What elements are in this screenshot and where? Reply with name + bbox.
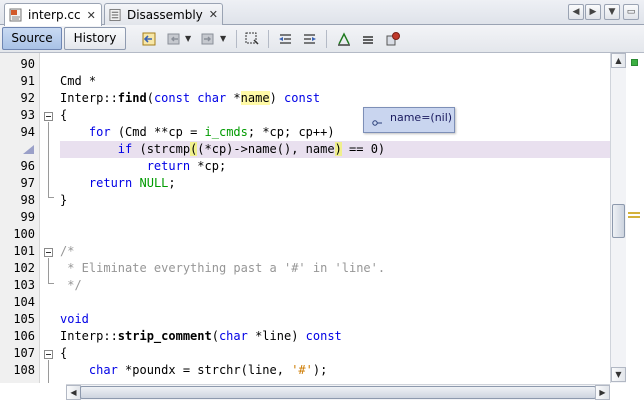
scroll-left-button[interactable]: ◀ xyxy=(66,385,81,400)
variable-value-tooltip: name=(nil) xyxy=(363,107,455,133)
code-line: * Eliminate everything past a '#' in 'li… xyxy=(60,261,386,275)
scroll-up-button[interactable]: ▲ xyxy=(611,53,626,68)
vertical-scrollbar[interactable]: ▲ ▼ xyxy=(610,53,626,383)
code-line: char *poundx = strchr(line, '#'); xyxy=(88,363,328,377)
annotation-mark[interactable] xyxy=(628,212,640,214)
code-text-area[interactable]: Cmd * Interp::find(const char *name) con… xyxy=(60,53,610,383)
code-line: Interp::strip_comment(char *line) const xyxy=(60,329,342,343)
close-icon[interactable]: ✕ xyxy=(209,8,218,21)
line-number: 99 xyxy=(20,210,35,224)
code-line: Interp::find(const char *name) const xyxy=(60,91,321,105)
toggle-selection-icon[interactable] xyxy=(244,31,260,47)
tab-interp-cc[interactable]: interp.cc ✕ xyxy=(4,3,102,26)
code-folding-gutter xyxy=(40,53,60,383)
fold-collapse-icon[interactable] xyxy=(44,112,53,121)
tooltip-text: name=(nil) xyxy=(390,111,453,124)
line-number: 105 xyxy=(13,312,35,326)
line-number: 107 xyxy=(13,346,35,360)
chevron-down-icon[interactable]: ▼ xyxy=(220,34,226,43)
maximize-window-button[interactable]: ▭ xyxy=(623,4,639,20)
line-number: 93 xyxy=(20,108,35,122)
find-next-icon[interactable] xyxy=(302,31,318,47)
fold-end xyxy=(48,283,54,284)
no-errors-status-icon xyxy=(631,59,638,66)
back-history-icon[interactable] xyxy=(141,31,157,47)
horizontal-scroll-thumb[interactable] xyxy=(80,386,596,399)
code-line: for (Cmd **cp = i_cmds; *cp; cp++) xyxy=(88,125,335,139)
line-number: 96 xyxy=(20,159,35,173)
scroll-tabs-left-button[interactable]: ◀ xyxy=(568,4,584,20)
line-number: 108 xyxy=(13,363,35,377)
code-line: return NULL; xyxy=(88,176,176,190)
line-number-gutter[interactable]: 90 91 92 93 94 96 97 98 99 100 101 102 1… xyxy=(0,53,40,383)
show-opened-documents-button[interactable]: ▼ xyxy=(604,4,620,20)
line-number: 97 xyxy=(20,176,35,190)
line-number: 103 xyxy=(13,278,35,292)
navigate-back-icon[interactable] xyxy=(166,31,182,47)
navigate-forward-icon[interactable] xyxy=(200,31,216,47)
current-code-line: if (strcmp((*cp)->name(), name) == 0) xyxy=(60,141,610,158)
code-line: return *cp; xyxy=(146,159,227,173)
find-previous-icon[interactable] xyxy=(277,31,293,47)
current-line-arrow-icon xyxy=(23,145,34,154)
matching-bracket: ) xyxy=(334,142,342,156)
fold-guide xyxy=(48,122,49,197)
macro-icon[interactable] xyxy=(385,31,401,47)
occurrence-highlight: name xyxy=(240,91,270,105)
line-number: 104 xyxy=(13,295,35,309)
code-line: { xyxy=(60,346,68,360)
line-number: 92 xyxy=(20,91,35,105)
scroll-down-button[interactable]: ▼ xyxy=(611,367,626,382)
watch-variable-icon xyxy=(372,120,382,126)
error-stripe[interactable] xyxy=(626,53,644,383)
toolbar-separator xyxy=(326,30,327,48)
annotation-mark[interactable] xyxy=(628,216,640,218)
fold-guide xyxy=(48,258,49,283)
tab-disassembly[interactable]: Disassembly ✕ xyxy=(104,3,223,25)
fold-collapse-icon[interactable] xyxy=(44,350,53,359)
line-number: 94 xyxy=(20,125,35,139)
disassembly-file-icon xyxy=(109,8,121,21)
code-editor[interactable]: 90 91 92 93 94 96 97 98 99 100 101 102 1… xyxy=(0,53,644,402)
fold-end xyxy=(48,197,54,198)
line-number: 102 xyxy=(13,261,35,275)
code-line: Cmd * xyxy=(60,74,97,88)
line-number: 106 xyxy=(13,329,35,343)
fold-guide xyxy=(48,360,49,383)
editor-toolbar: Source History ▼ ▼ xyxy=(0,25,644,53)
tab-label: Disassembly xyxy=(126,7,203,22)
chevron-down-icon[interactable]: ▼ xyxy=(185,34,191,43)
line-number: 98 xyxy=(20,193,35,207)
code-line: void xyxy=(60,312,89,326)
toolbar-separator xyxy=(268,30,269,48)
uncomment-icon[interactable] xyxy=(360,31,376,47)
editor-tab-bar: interp.cc ✕ Disassembly ✕ ◀ ▶ ▼ ▭ xyxy=(0,0,644,26)
code-line: */ xyxy=(60,278,82,292)
scroll-tabs-right-button[interactable]: ▶ xyxy=(585,4,601,20)
line-number: 90 xyxy=(20,57,35,71)
tab-label: interp.cc xyxy=(28,8,81,22)
line-number: 100 xyxy=(13,227,35,241)
scroll-right-button[interactable]: ▶ xyxy=(595,385,610,400)
fold-collapse-icon[interactable] xyxy=(44,248,53,257)
code-line: /* xyxy=(60,244,75,258)
comment-icon[interactable] xyxy=(336,31,352,47)
code-line: { xyxy=(60,108,68,122)
source-view-button[interactable]: Source xyxy=(2,27,62,50)
line-number: 101 xyxy=(13,244,35,258)
history-view-button[interactable]: History xyxy=(64,27,126,50)
line-number: 91 xyxy=(20,74,35,88)
vertical-scroll-thumb[interactable] xyxy=(612,204,625,238)
toolbar-separator xyxy=(236,30,237,48)
close-icon[interactable]: ✕ xyxy=(87,9,96,22)
cpp-file-icon xyxy=(9,8,22,22)
code-line: } xyxy=(60,193,68,207)
horizontal-scrollbar[interactable]: ◀ ▶ xyxy=(66,384,610,400)
